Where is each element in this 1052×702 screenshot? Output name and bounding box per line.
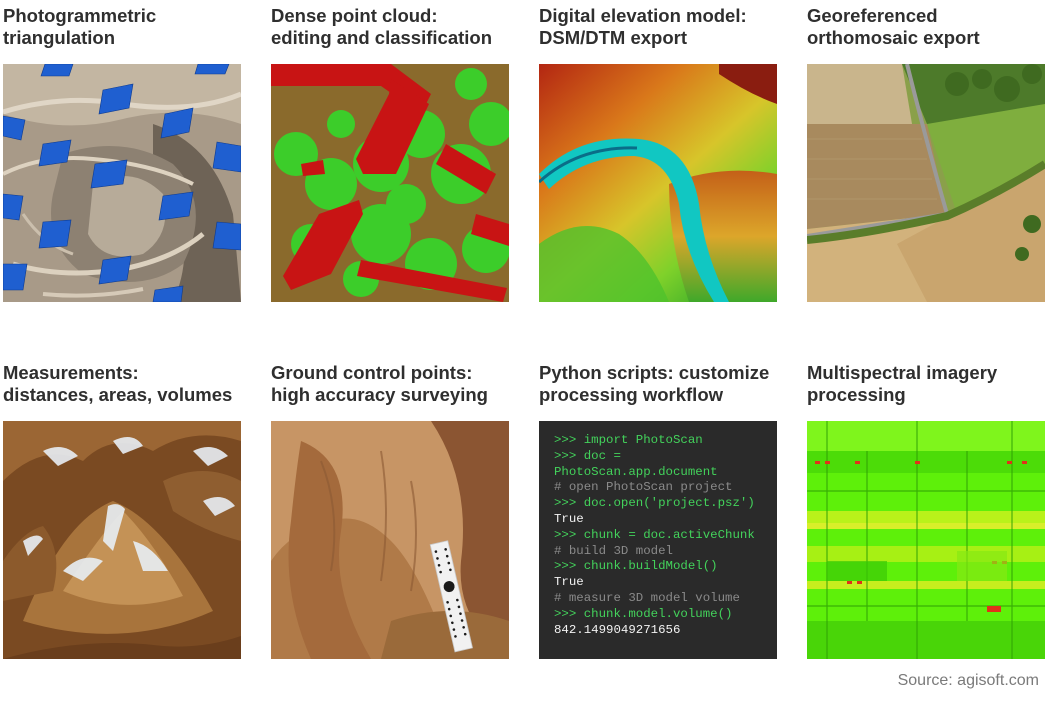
code-line: >>> doc = xyxy=(554,448,621,463)
classified-point-cloud-illustration xyxy=(271,64,509,302)
tile-title-measurements: Measurements: distances, areas, volumes xyxy=(3,362,232,405)
title-line: triangulation xyxy=(3,26,116,48)
code-line: PhotoScan.app.document xyxy=(554,464,718,479)
stockpile-measurement-illustration xyxy=(3,421,241,659)
title-line: DSM/DTM export xyxy=(539,26,687,48)
triangulation-image xyxy=(3,64,241,302)
source-credit: Source: agisoft.com xyxy=(897,672,1039,689)
python-code-panel: >>> import PhotoScan >>> doc = PhotoScan… xyxy=(539,421,777,659)
title-line: Multispectral imagery xyxy=(807,362,998,383)
code-line: >>> doc.open('project.psz') xyxy=(554,496,755,511)
title-line: Dense point cloud: xyxy=(271,5,438,26)
elevation-model-image xyxy=(539,64,777,302)
tile-title-python-scripts: Python scripts: customize processing wor… xyxy=(539,362,769,405)
title-line: Digital elevation model: xyxy=(539,5,747,26)
dense-point-cloud-image xyxy=(271,64,509,302)
title-line: Python scripts: customize xyxy=(539,362,770,383)
title-line: processing workflow xyxy=(539,383,724,405)
code-line: >>> chunk = doc.activeChunk xyxy=(554,527,755,542)
code-comment-line: # open PhotoScan project xyxy=(554,480,733,495)
title-line: high accuracy surveying xyxy=(271,383,488,405)
title-line: distances, areas, volumes xyxy=(3,383,233,405)
title-line: orthomosaic export xyxy=(807,26,980,48)
tile-title-ground-control-points: Ground control points: high accuracy sur… xyxy=(271,362,488,405)
title-line: Measurements: xyxy=(3,362,139,383)
code-output-line: True xyxy=(554,511,584,526)
title-line: processing xyxy=(807,383,906,405)
title-line: Ground control points: xyxy=(271,362,473,383)
title-line: Photogrammetric xyxy=(3,5,157,26)
code-line: >>> import PhotoScan xyxy=(554,433,703,447)
code-output-line: 842.1499049271656 xyxy=(554,622,681,637)
code-comment-line: # build 3D model xyxy=(554,543,673,558)
title-line: editing and classification xyxy=(271,26,493,48)
tile-title-dense-point-cloud: Dense point cloud: editing and classific… xyxy=(271,5,492,48)
tile-title-photogrammetric-triangulation: Photogrammetric triangulation xyxy=(3,5,156,48)
code-line: >>> chunk.model.volume() xyxy=(554,606,733,621)
code-comment-line: # measure 3D model volume xyxy=(554,590,740,605)
tile-title-digital-elevation-model: Digital elevation model: DSM/DTM export xyxy=(539,5,747,48)
ground-control-image xyxy=(271,421,509,659)
tile-title-multispectral-imagery: Multispectral imagery processing xyxy=(807,362,997,405)
ground-control-illustration xyxy=(271,421,509,659)
orthomosaic-image xyxy=(807,64,1045,302)
measurements-image xyxy=(3,421,241,659)
orthomosaic-illustration xyxy=(807,64,1045,302)
elevation-model-illustration xyxy=(539,64,777,302)
tile-title-orthomosaic-export: Georeferenced orthomosaic export xyxy=(807,5,980,48)
code-line: >>> chunk.buildModel() xyxy=(554,559,718,574)
code-output-line: True xyxy=(554,575,584,590)
quarry-triangulation-illustration xyxy=(3,64,241,302)
title-line: Georeferenced xyxy=(807,5,938,26)
multispectral-illustration xyxy=(807,421,1045,659)
multispectral-image xyxy=(807,421,1045,659)
